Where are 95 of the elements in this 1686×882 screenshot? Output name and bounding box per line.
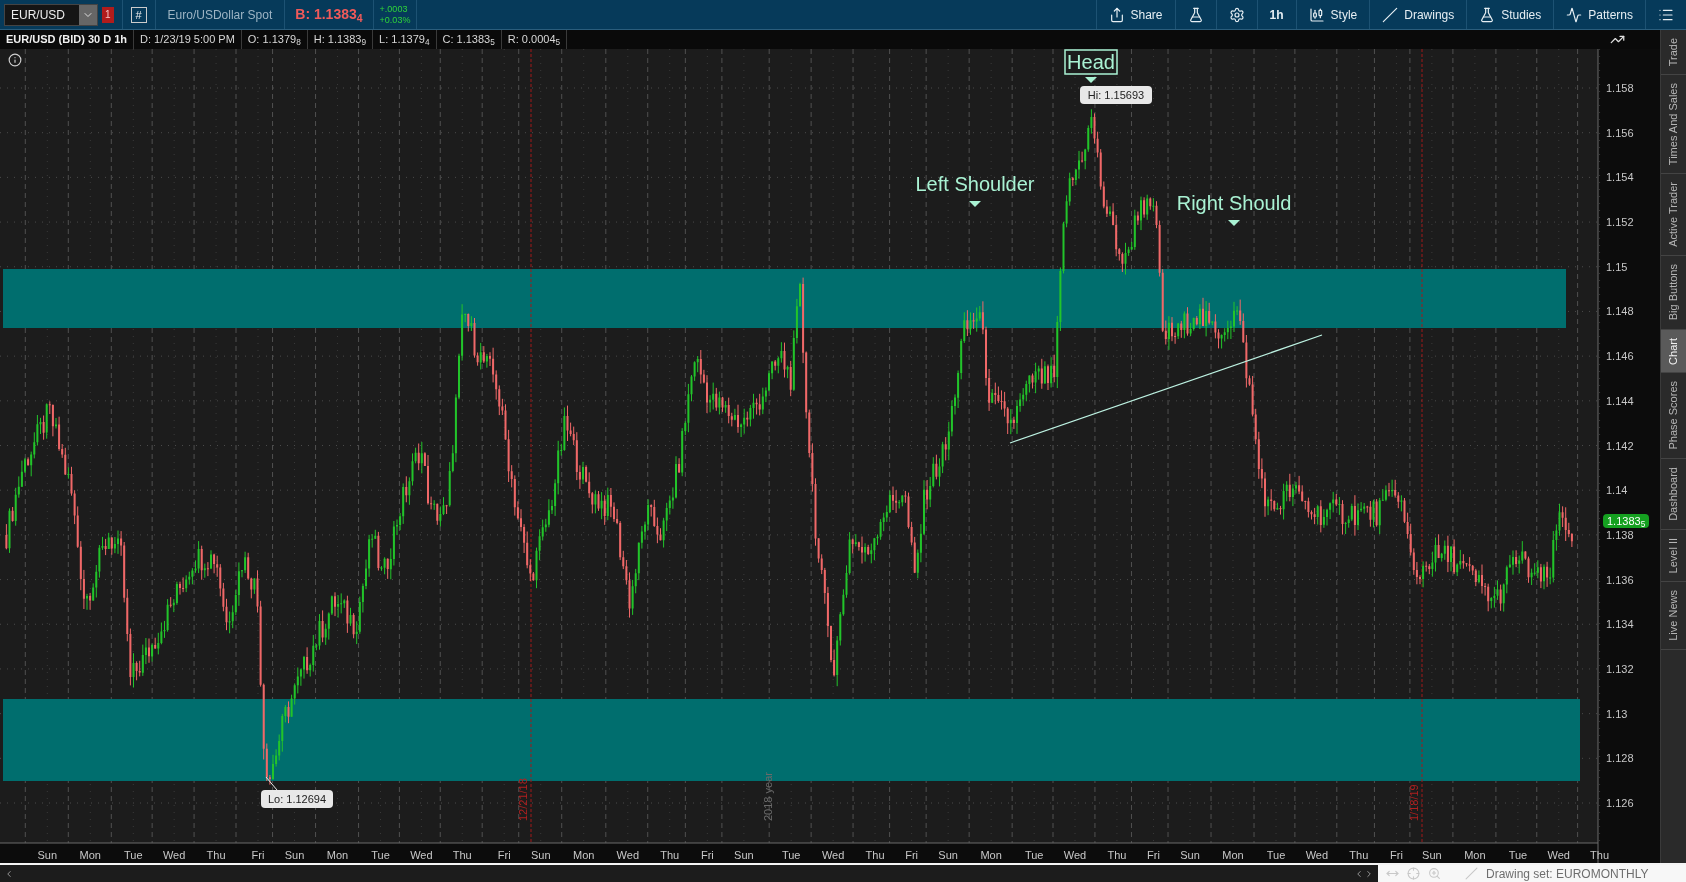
alert-icon[interactable]	[8, 53, 22, 67]
day-label: Sun	[284, 849, 305, 861]
candlestick-icon	[1308, 6, 1325, 23]
price-label: 1.142	[1606, 439, 1634, 452]
day-label: Sun	[734, 849, 754, 861]
horizontal-scrollbar[interactable]	[0, 865, 1378, 882]
patterns-button[interactable]: Patterns	[1553, 0, 1645, 29]
pointer-icon	[1228, 220, 1240, 226]
scroll-left-icon[interactable]	[1354, 868, 1364, 879]
day-label: Mon	[326, 849, 349, 861]
price-label: 1.132	[1606, 662, 1634, 675]
side-tab[interactable]: Chart	[1661, 329, 1686, 374]
day-label: Sun	[37, 849, 58, 861]
style-button[interactable]: Style	[1295, 0, 1370, 29]
day-label: Fri	[497, 849, 511, 861]
chart-annotation: Head	[1064, 49, 1118, 75]
pointer-icon	[969, 201, 981, 207]
settings-icon	[1228, 6, 1245, 23]
date-marker: 12/21/18	[517, 778, 529, 821]
day-label: Tue	[1266, 849, 1286, 861]
price-label: 1.154	[1606, 171, 1634, 184]
price-label: 1.13	[1606, 707, 1628, 720]
day-label: Wed	[821, 849, 845, 861]
grid-button[interactable]: #	[130, 6, 147, 23]
last-price-marker: 1.1383$_{5}$	[1603, 514, 1650, 528]
day-label: Thu	[1107, 849, 1127, 861]
day-label: Mon	[980, 849, 1002, 861]
day-label: Mon	[79, 849, 101, 861]
price-label: 1.14	[1606, 484, 1628, 497]
day-label: Mon	[1222, 849, 1244, 861]
day-label: Sun	[1180, 849, 1200, 861]
day-label: Wed	[162, 849, 186, 861]
day-label: Thu	[206, 849, 226, 861]
chart-annotation: Right Should	[1176, 192, 1292, 214]
day-label: Thu	[660, 849, 680, 861]
price-label: 1.126	[1606, 797, 1634, 809]
day-label: Tue	[371, 849, 390, 861]
drawing-set-label: Drawing set: EUROMONTHLY	[1486, 865, 1649, 882]
day-label: Sun	[530, 849, 551, 861]
price-label: 1.134	[1606, 618, 1634, 631]
studies-button[interactable]: Studies	[1466, 0, 1554, 29]
chart-icon	[1566, 6, 1583, 23]
bid-price: B: 1.1383$_{4}$	[294, 5, 364, 25]
day-label: Thu	[452, 849, 472, 861]
price-label: 1.138	[1606, 528, 1634, 541]
price-label: 1.156	[1606, 126, 1634, 139]
day-label: Wed	[1547, 849, 1570, 861]
link-badge[interactable]: 1	[102, 6, 114, 23]
pointer-icon	[1085, 77, 1097, 83]
day-label: Tue	[781, 849, 801, 861]
scroll-right-icon[interactable]	[1364, 868, 1374, 879]
day-label: Thu	[1590, 849, 1610, 861]
interval-button[interactable]: 1h	[1256, 0, 1296, 29]
day-label: Thu	[865, 849, 885, 861]
day-label: Tue	[1024, 849, 1044, 861]
day-label: Fri	[251, 849, 265, 861]
symbol-description: Euro/USDollar Spot	[166, 6, 274, 24]
day-label: Thu	[1349, 849, 1369, 861]
drawings-button[interactable]: Drawings	[1369, 0, 1467, 29]
symbol-field[interactable]: EUR/USD	[4, 3, 98, 26]
day-label: Mon	[1464, 849, 1486, 861]
day-label: Fri	[700, 849, 714, 861]
year-marker: 2018 year	[762, 772, 774, 821]
day-label: Wed	[410, 849, 433, 861]
price-label: 1.158	[1606, 82, 1634, 94]
share-button[interactable]: Share	[1095, 0, 1175, 29]
price-label: 1.144	[1606, 394, 1634, 407]
scroll-left-icon[interactable]	[4, 868, 14, 879]
price-callout: Hi: 1.15693	[1080, 85, 1152, 105]
day-label: Mon	[573, 849, 595, 861]
percent-change: +0.03%	[379, 14, 411, 26]
chart-annotation: Left Shoulder	[915, 173, 1035, 195]
price-label: 1.136	[1606, 573, 1634, 586]
date-marker: 1/18/19	[1408, 784, 1420, 821]
share-icon	[1108, 6, 1125, 23]
day-label: Fri	[905, 849, 918, 861]
price-label: 1.152	[1606, 216, 1634, 229]
day-label: Sun	[1422, 849, 1442, 861]
day-label: Sun	[938, 849, 958, 861]
day-label: Wed	[1063, 849, 1087, 861]
day-label: Tue	[124, 849, 143, 861]
day-label: Wed	[616, 849, 639, 861]
day-label: Fri	[1147, 849, 1160, 861]
flask-icon	[1187, 6, 1204, 23]
price-label: 1.148	[1606, 305, 1634, 318]
price-label: 1.15	[1606, 260, 1628, 273]
price-label: 1.146	[1606, 350, 1634, 363]
flask-icon	[1479, 6, 1496, 23]
day-label: Tue	[1508, 849, 1528, 861]
price-callout: Lo: 1.12694	[261, 776, 333, 808]
day-label: Fri	[1390, 849, 1403, 861]
line-icon	[1382, 6, 1399, 23]
price-change: +.0003	[379, 3, 409, 15]
day-label: Wed	[1305, 849, 1329, 861]
price-label: 1.128	[1606, 752, 1634, 765]
